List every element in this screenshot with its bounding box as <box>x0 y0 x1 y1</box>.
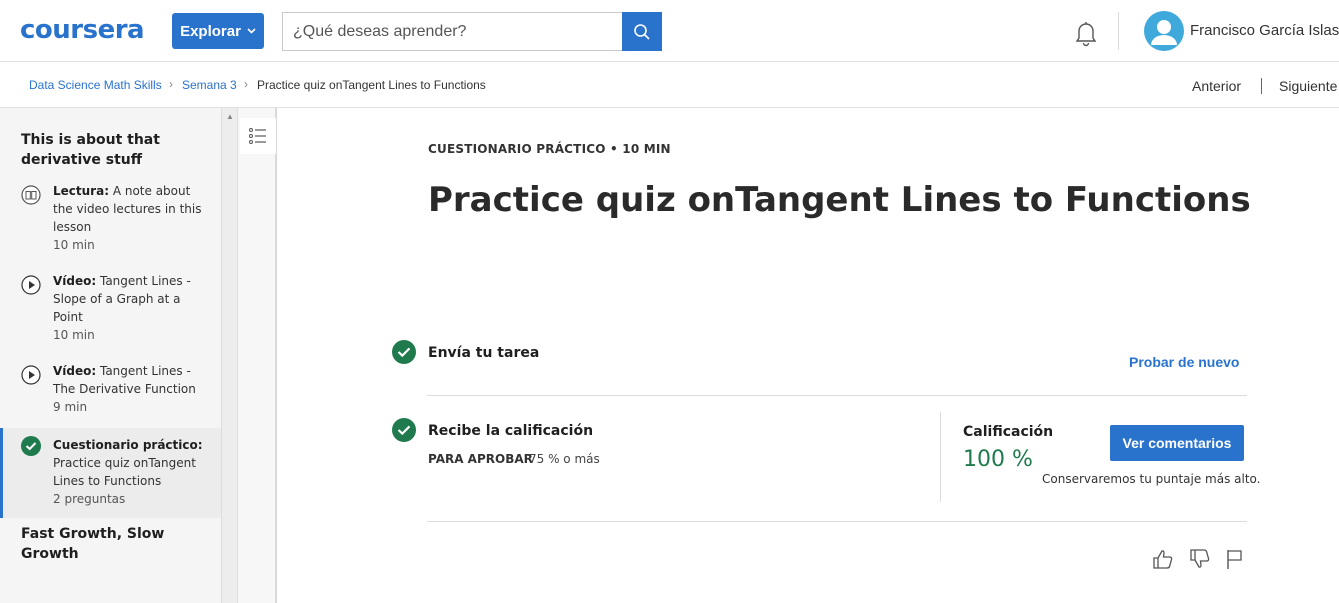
sidebar-section-title: This is about that derivative stuff <box>21 132 160 168</box>
user-menu[interactable]: Francisco García Islas ⌄ <box>1190 22 1339 39</box>
flag-icon[interactable] <box>1225 548 1247 570</box>
previous-link[interactable]: Anterior <box>1192 78 1241 94</box>
search-icon <box>634 23 650 40</box>
thumbs-down-icon[interactable] <box>1189 548 1211 570</box>
outline-toggle-button[interactable] <box>240 118 276 154</box>
search-input[interactable] <box>282 12 622 51</box>
explore-label: Explorar <box>180 22 241 40</box>
breadcrumb: Data Science Math Skills › Semana 3 › Pr… <box>0 63 1339 108</box>
outline-column <box>237 108 277 603</box>
sidebar-item-video-slope[interactable]: Vídeo: Tangent Lines - Slope of a Graph … <box>0 272 221 352</box>
next-link[interactable]: Siguiente <box>1279 78 1337 94</box>
search-bar <box>282 12 662 51</box>
item-duration: 10 min <box>53 328 95 342</box>
grade-label: Calificación <box>963 424 1054 440</box>
list-icon <box>249 128 266 144</box>
item-kicker: CUESTIONARIO PRÁCTICO • 10 MIN <box>428 142 671 156</box>
explore-button[interactable]: Explorar <box>172 13 264 49</box>
sidebar-section-title-next[interactable]: Fast Growth, Slow Growth <box>21 524 201 564</box>
divider <box>427 521 1247 522</box>
sidebar-item-label: Vídeo: Tangent Lines - Slope of a Graph … <box>53 272 203 344</box>
page-title: Practice quiz onTangent Lines to Functio… <box>428 180 1251 220</box>
item-duration: 2 preguntas <box>53 492 126 506</box>
view-feedback-button[interactable]: Ver comentarios <box>1110 425 1244 461</box>
sidebar-item-video-derivative[interactable]: Vídeo: Tangent Lines - The Derivative Fu… <box>0 362 221 424</box>
scroll-up-arrow-icon[interactable]: ▲ <box>226 112 234 121</box>
avatar[interactable] <box>1144 11 1184 51</box>
sidebar-item-practice-quiz[interactable]: Cuestionario práctico: Practice quiz onT… <box>0 428 221 518</box>
highest-score-note: Conservaremos tu puntaje más alto. <box>1042 472 1261 486</box>
grade-step-title: Recibe la calificación <box>428 423 594 439</box>
sidebar-item-label: Vídeo: Tangent Lines - The Derivative Fu… <box>53 362 203 416</box>
nav-divider <box>1261 78 1262 94</box>
top-header: coursera Explorar Francisco García Islas… <box>0 0 1339 62</box>
pass-requirement-value: 75 % o más <box>529 452 600 466</box>
play-icon <box>21 365 41 385</box>
submit-step-title: Envía tu tarea <box>428 345 540 361</box>
header-divider <box>1118 12 1119 50</box>
pass-requirement-label: PARA APROBAR <box>428 452 533 466</box>
submitted-check-icon <box>392 340 416 364</box>
thumbs-up-icon[interactable] <box>1152 548 1174 570</box>
check-icon <box>21 436 41 456</box>
breadcrumb-course[interactable]: Data Science Math Skills <box>29 78 162 92</box>
search-button[interactable] <box>622 12 662 51</box>
sidebar-item-label: Lectura: A note about the video lectures… <box>53 184 202 252</box>
sidebar-scrollbar[interactable]: ▲ <box>221 108 237 603</box>
chevron-right-icon: › <box>169 77 173 91</box>
breadcrumb-week[interactable]: Semana 3 <box>182 78 237 92</box>
divider <box>427 395 1247 396</box>
chevron-down-icon <box>247 26 256 37</box>
book-icon <box>21 185 41 205</box>
breadcrumb-current: Practice quiz onTangent Lines to Functio… <box>257 78 486 92</box>
graded-check-icon <box>392 418 416 442</box>
sidebar-item-label: Cuestionario práctico: Practice quiz onT… <box>53 438 203 506</box>
item-duration: 10 min <box>53 238 95 252</box>
play-icon <box>21 275 41 295</box>
user-name: Francisco García Islas <box>1190 22 1339 39</box>
notifications-bell-icon[interactable] <box>1073 19 1099 47</box>
coursera-logo[interactable]: coursera <box>20 16 145 44</box>
retry-link[interactable]: Probar de nuevo <box>1129 354 1239 370</box>
item-duration: 9 min <box>53 400 88 414</box>
grade-value: 100 % <box>963 447 1033 472</box>
user-icon <box>1151 20 1177 45</box>
chevron-right-icon: › <box>244 77 248 91</box>
course-sidebar: This is about that derivative stuff Lect… <box>0 108 221 603</box>
sidebar-item-reading[interactable]: Lectura: A note about the video lectures… <box>0 182 221 262</box>
vertical-divider <box>940 412 941 502</box>
